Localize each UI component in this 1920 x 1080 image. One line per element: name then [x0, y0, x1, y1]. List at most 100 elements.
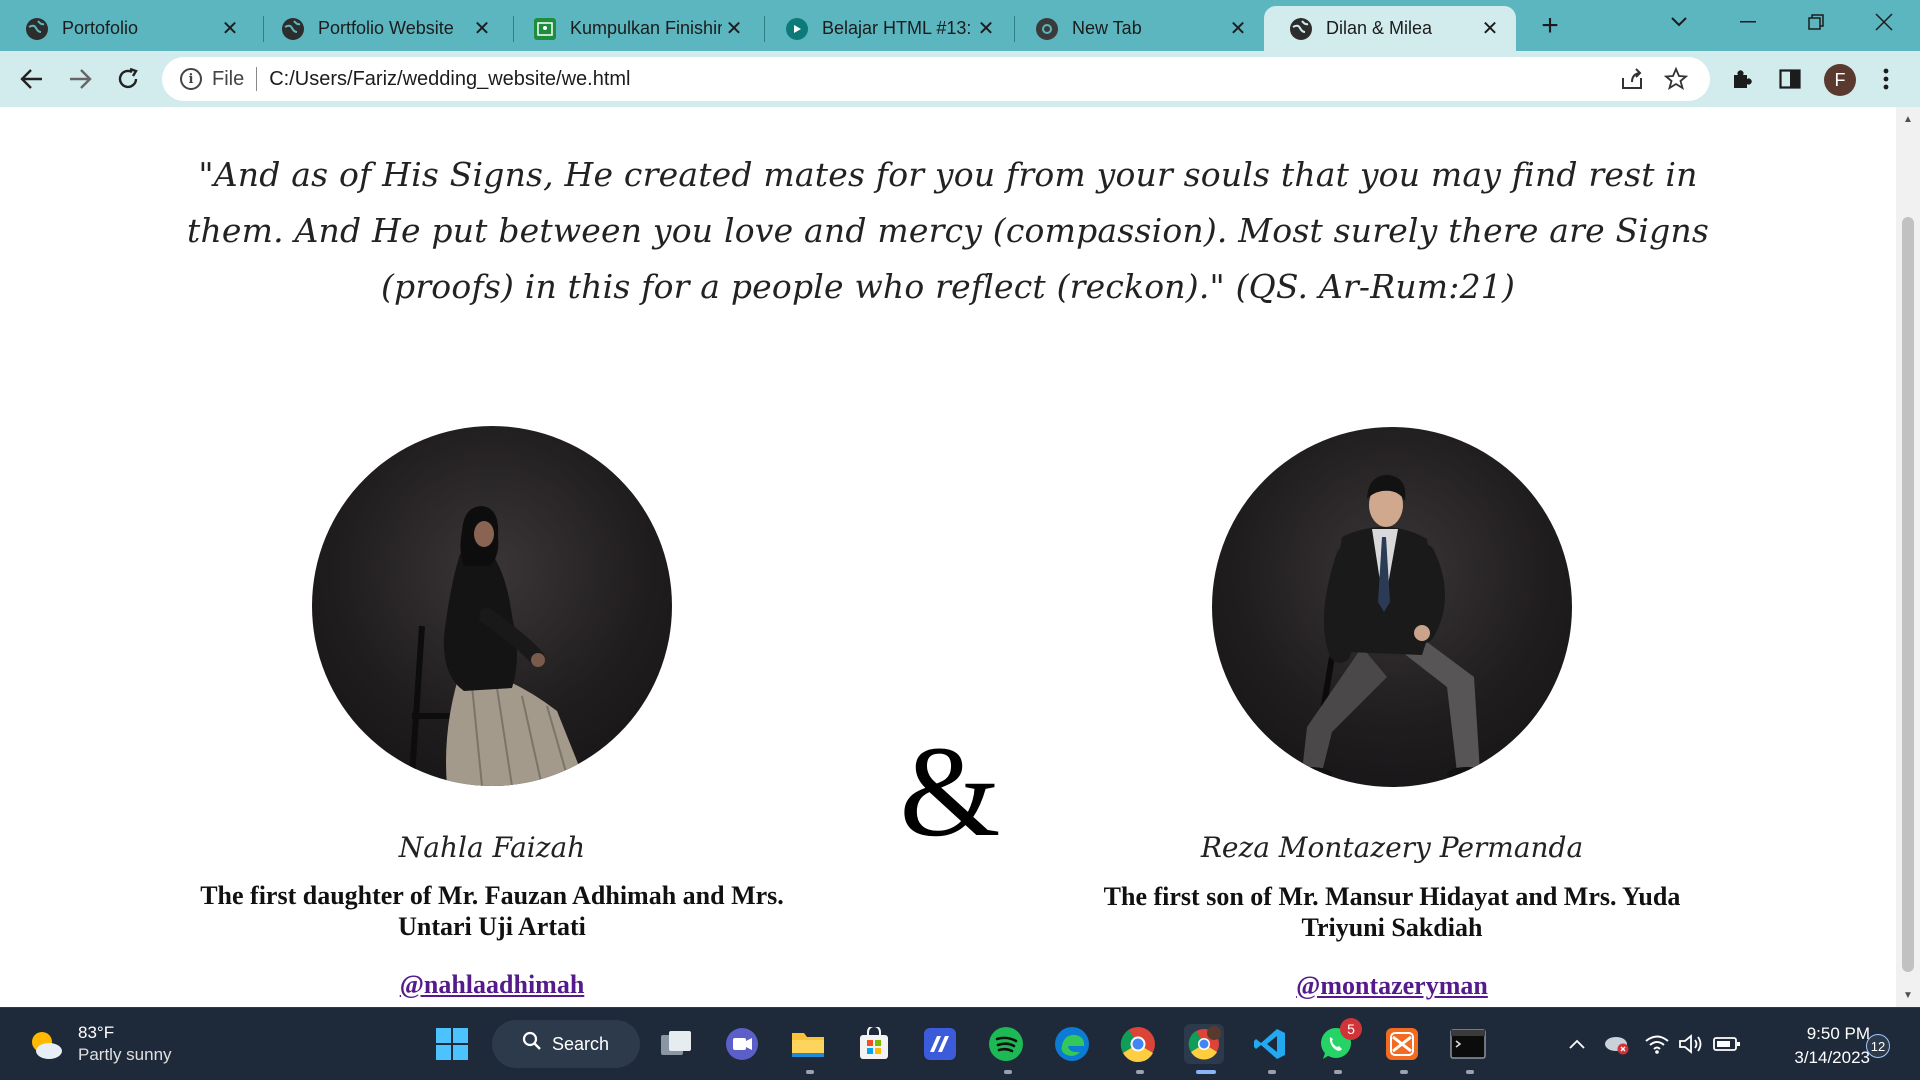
taskbar-search[interactable]: Search [492, 1020, 640, 1068]
share-icon[interactable] [1618, 65, 1646, 93]
side-panel-icon[interactable] [1774, 63, 1806, 95]
close-icon[interactable]: ✕ [1478, 17, 1502, 41]
tab-title: New Tab [1072, 18, 1142, 38]
web-page: "And as of His Signs, He created mates f… [0, 107, 1896, 1007]
weather-temperature: 83°F [78, 1023, 115, 1042]
menu-kebab-icon[interactable] [1870, 63, 1902, 95]
close-icon[interactable]: ✕ [218, 17, 242, 41]
groom-name: Reza Montazery Permanda [1200, 831, 1584, 864]
clock-date: 3/14/2023 [1794, 1048, 1870, 1067]
tab-title: Dilan & Milea [1326, 18, 1433, 38]
address-divider [256, 67, 258, 91]
battery-icon[interactable] [1710, 1024, 1744, 1064]
running-indicator [1400, 1070, 1408, 1074]
page-scrollbar[interactable]: ▲ ▼ [1896, 107, 1920, 1007]
task-view-icon[interactable] [656, 1024, 696, 1064]
tab-portofolio[interactable]: Portofolio ✕ [0, 6, 256, 51]
tab-strip: Portofolio ✕ Portfolio Website ✕ Kumpulk… [0, 0, 1920, 51]
spotify-icon[interactable] [986, 1024, 1026, 1064]
vscode-icon[interactable] [1250, 1024, 1290, 1064]
close-icon[interactable]: ✕ [1226, 17, 1250, 41]
edge-icon[interactable] [1052, 1024, 1092, 1064]
bride-description: The first daughter of Mr. Fauzan Adhimah… [200, 881, 784, 941]
bride-photo [312, 426, 672, 786]
globe-icon [1290, 17, 1312, 40]
chrome-icon[interactable] [1118, 1024, 1158, 1064]
groom-instagram-link[interactable]: @montazeryman [1072, 971, 1712, 1001]
globe-icon [282, 17, 304, 40]
scroll-down-arrow-icon[interactable]: ▼ [1902, 989, 1914, 1001]
bookmark-star-icon[interactable] [1662, 65, 1690, 93]
scroll-thumb[interactable] [1902, 217, 1914, 972]
running-indicator [1136, 1070, 1144, 1074]
running-indicator [1268, 1070, 1276, 1074]
notification-count-badge[interactable]: 12 [1866, 1034, 1890, 1058]
address-scheme: File [212, 67, 245, 90]
tab-title: Kumpulkan Finishin [570, 18, 722, 38]
app-orange-icon[interactable] [1382, 1024, 1422, 1064]
chrome-icon [1036, 17, 1058, 40]
reload-icon[interactable] [112, 63, 144, 95]
classroom-icon [534, 17, 556, 40]
minimize-icon[interactable] [1732, 6, 1764, 38]
file-explorer-icon[interactable] [788, 1024, 828, 1064]
whatsapp-unread-badge: 5 [1340, 1018, 1362, 1040]
bride-figure-image [409, 506, 587, 786]
back-arrow-icon[interactable] [16, 63, 48, 95]
show-hidden-icons-chevron-icon[interactable] [1560, 1024, 1594, 1064]
groom-figure-image [1288, 475, 1487, 781]
tab-title: Portofolio [62, 18, 139, 38]
volume-icon[interactable] [1674, 1024, 1708, 1064]
ampersand-symbol: & [899, 720, 1001, 864]
wifi-icon[interactable] [1640, 1024, 1674, 1064]
close-window-icon[interactable] [1868, 6, 1900, 38]
running-indicator [1466, 1070, 1474, 1074]
tab-title: Portfolio Website [318, 18, 454, 38]
tab-kumpulkan[interactable]: Kumpulkan Finishin ✕ [508, 6, 760, 51]
store-icon[interactable] [854, 1024, 894, 1064]
new-tab-button[interactable]: + [1534, 9, 1566, 42]
globe-icon [26, 17, 48, 40]
weather-condition: Partly sunny [78, 1045, 172, 1064]
terminal-icon[interactable] [1448, 1024, 1488, 1064]
profile-avatar[interactable]: F [1824, 64, 1856, 96]
start-icon[interactable] [432, 1024, 472, 1064]
onedrive-error-icon[interactable] [1600, 1024, 1634, 1064]
scroll-up-arrow-icon[interactable]: ▲ [1902, 113, 1914, 125]
search-label: Search [552, 1033, 610, 1054]
bride-instagram-link[interactable]: @nahlaadhimah [172, 970, 812, 1000]
tab-belajar-html[interactable]: Belajar HTML #13: ( ✕ [760, 6, 1012, 51]
teams-meet-icon[interactable] [722, 1024, 762, 1064]
running-indicator [1004, 1070, 1012, 1074]
extensions-puzzle-icon[interactable] [1726, 63, 1758, 95]
info-icon[interactable]: i [180, 68, 202, 90]
browser-toolbar: i File C:/Users/Fariz/wedding_website/we… [0, 51, 1920, 107]
tab-new-tab[interactable]: New Tab ✕ [1010, 6, 1264, 51]
whatsapp-icon[interactable]: 5 [1316, 1018, 1362, 1064]
close-icon[interactable]: ✕ [470, 17, 494, 41]
running-indicator [806, 1070, 814, 1074]
tab-portfolio-website[interactable]: Portfolio Website ✕ [256, 6, 508, 51]
verse-quote: "And as of His Signs, He created mates f… [186, 155, 1709, 306]
search-icon [522, 1031, 542, 1057]
tab-title: Belajar HTML #13: ( [822, 18, 974, 38]
restore-icon[interactable] [1800, 6, 1832, 38]
running-indicator [1334, 1070, 1342, 1074]
groom-description: The first son of Mr. Mansur Hidayat and … [1103, 882, 1681, 942]
close-icon[interactable]: ✕ [722, 17, 746, 41]
bride-name: Nahla Faizah [398, 831, 586, 864]
weather-widget[interactable]: 83°F Partly sunny [28, 1022, 172, 1066]
tab-dilan-milea[interactable]: Dilan & Milea ✕ [1264, 6, 1516, 51]
forward-arrow-icon[interactable] [64, 63, 96, 95]
address-bar[interactable]: i File C:/Users/Fariz/wedding_website/we… [162, 57, 1710, 101]
video-icon [786, 17, 808, 40]
groom-photo [1212, 427, 1572, 787]
running-indicator-active [1196, 1070, 1216, 1074]
close-icon[interactable]: ✕ [974, 17, 998, 41]
taskbar-clock[interactable]: 9:50 PM 3/14/2023 [1760, 1022, 1870, 1070]
tab-search-chevron-icon[interactable] [1663, 6, 1695, 38]
chrome-profile-icon[interactable] [1184, 1024, 1224, 1064]
clock-time: 9:50 PM [1806, 1024, 1870, 1043]
address-url[interactable]: C:/Users/Fariz/wedding_website/we.html [269, 68, 630, 91]
app-icon[interactable] [920, 1024, 960, 1064]
